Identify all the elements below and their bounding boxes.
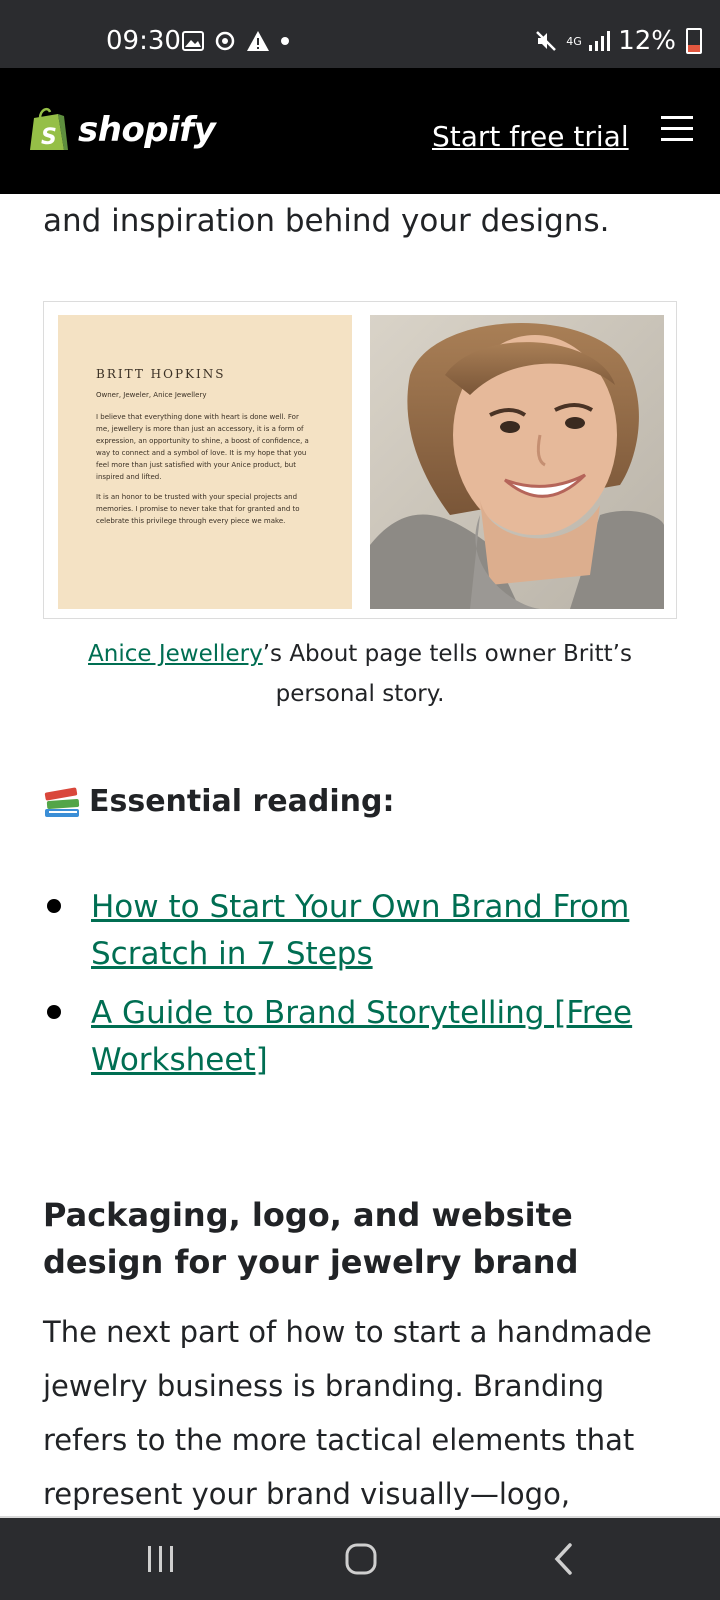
brand-from-scratch-link[interactable]: How to Start Your Own Brand From Scratch… [91,889,629,972]
figure-caption: Anice Jewellery’s About page tells owner… [43,634,677,714]
dot-icon [281,37,289,45]
section-heading: Packaging, logo, and website design for … [43,1195,579,1281]
brand-storytelling-link[interactable]: A Guide to Brand Storytelling [Free Work… [91,995,632,1078]
card-role: Owner, Jeweler, Anice Jewellery [96,391,207,399]
site-header: S shopify Start free trial [0,68,720,194]
essential-reading-label: Essential reading: [89,784,395,819]
svg-text:S: S [41,125,57,150]
start-free-trial-link[interactable]: Start free trial [432,120,629,153]
recents-icon[interactable] [146,1542,176,1576]
portrait-illustration [370,315,664,609]
system-nav-bar [0,1516,720,1600]
body-paragraph: The next part of how to start a handmade… [43,1315,652,1511]
status-system-icons: 4G 12% [534,26,702,56]
status-time: 09:30 [106,26,181,56]
essential-reading-heading: Essential reading: [43,784,394,819]
reading-list: How to Start Your Own Brand From Scratch… [43,884,663,1096]
shopping-bag-icon: S [30,107,68,150]
battery-icon [686,28,702,54]
card-paragraph: I believe that everything done with hear… [96,413,309,481]
shopify-logo[interactable]: S shopify [28,106,216,154]
about-card: BRITT HOPKINS Owner, Jeweler, Anice Jewe… [58,315,352,609]
network-type: 4G [566,34,582,48]
signal-icon [589,31,611,51]
mute-icon [536,31,557,51]
hamburger-menu-icon[interactable] [661,116,693,141]
about-page-figure: BRITT HOPKINS Owner, Jeweler, Anice Jewe… [43,301,677,619]
owner-portrait-image [370,315,664,609]
status-bar: 09:30 4G 12% [0,0,720,68]
books-icon [44,787,80,817]
image-notification-icon [182,31,204,51]
sync-notification-icon [215,31,235,51]
lead-text: and inspiration behind your designs. [43,203,610,239]
list-item: How to Start Your Own Brand From Scratch… [43,884,663,978]
card-paragraph: It is an honor to be trusted with your s… [96,493,300,525]
back-icon[interactable] [552,1542,576,1576]
battery-percent: 12% [618,26,676,56]
caption-text: ’s About page tells owner Britt’s person… [262,641,632,707]
warning-icon [247,31,269,51]
status-notification-icons [182,30,290,52]
list-item: A Guide to Brand Storytelling [Free Work… [43,990,663,1084]
card-name: BRITT HOPKINS [96,367,226,381]
logo-wordmark: shopify [78,110,216,150]
anice-jewellery-link[interactable]: Anice Jewellery [88,641,263,667]
home-icon[interactable] [344,1542,378,1576]
